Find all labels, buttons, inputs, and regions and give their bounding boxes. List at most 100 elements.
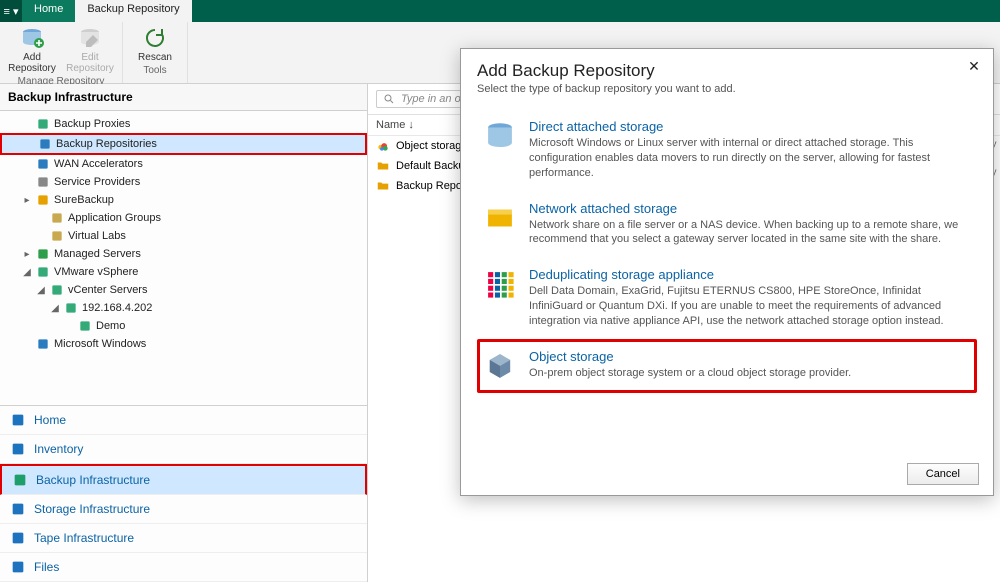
option-description: Microsoft Windows or Linux server with i… [529, 136, 969, 181]
option-nas[interactable]: Network attached storage Network share on… [477, 191, 977, 258]
tree-item-label: vCenter Servers [68, 284, 147, 296]
nav-label: Tape Infrastructure [34, 531, 134, 545]
ribbon-group-manage: Add Repository Edit Repository Manage Re… [0, 22, 123, 83]
nav-storage-infrastructure[interactable]: Storage Infrastructure [0, 495, 367, 524]
left-pane: Backup Infrastructure Backup ProxiesBack… [0, 84, 368, 582]
tab-backup-repository[interactable]: Backup Repository [75, 0, 191, 22]
rescan-icon [143, 26, 167, 50]
ribbon-group-tools: Rescan Tools [123, 22, 188, 83]
edit-repository-button: Edit Repository [66, 26, 114, 74]
tree-item-demo[interactable]: Demo [0, 317, 367, 335]
nav-tape-infrastructure[interactable]: Tape Infrastructure [0, 524, 367, 553]
option-obj[interactable]: Object storage On-prem object storage sys… [477, 339, 977, 393]
tree-item-surebackup[interactable]: ▸ SureBackup [0, 191, 367, 209]
sp-icon [36, 175, 50, 189]
nav-label: Storage Infrastructure [34, 502, 150, 516]
nav-sections: Home Inventory Backup Infrastructure Storag… [0, 405, 367, 582]
binf-icon [12, 472, 28, 488]
nav-home[interactable]: Home [0, 406, 367, 435]
option-description: Network share on a file server or a NAS … [529, 218, 969, 248]
twisty-icon: ◢ [22, 267, 32, 278]
tree-item-label: SureBackup [54, 194, 114, 206]
twisty-icon: ▸ [22, 249, 32, 260]
infrastructure-tree[interactable]: Backup Proxies Backup Repositories WAN Acc… [0, 111, 367, 405]
tree-item-label: Managed Servers [54, 248, 141, 260]
rescan-label: Rescan [138, 52, 172, 63]
option-dedupe[interactable]: Deduplicating storage applianceDell Data… [477, 257, 977, 339]
vlab-icon [50, 229, 64, 243]
dialog-title: Add Backup Repository [477, 61, 977, 81]
tree-item-label: VMware vSphere [54, 266, 138, 278]
tree-item-label: Demo [96, 320, 125, 332]
tree-item-backup-proxies[interactable]: Backup Proxies [0, 115, 367, 133]
tree-item-192-168-4-202[interactable]: ◢ 192.168.4.202 [0, 299, 367, 317]
tree-item-microsoft-windows[interactable]: Microsoft Windows [0, 335, 367, 353]
wan-icon [36, 157, 50, 171]
dialog-subtitle: Select the type of backup repository you… [477, 83, 977, 95]
inv-icon [10, 441, 26, 457]
app-menu-button[interactable]: ≡ ▾ [0, 0, 22, 22]
dialog-header: Add Backup Repository Select the type of… [461, 49, 993, 103]
dialog-footer: Cancel [461, 453, 993, 495]
option-label: Deduplicating storage appliance [529, 267, 969, 282]
tree-item-service-providers[interactable]: Service Providers [0, 173, 367, 191]
tree-item-label: WAN Accelerators [54, 158, 143, 170]
option-label: Network attached storage [529, 201, 969, 216]
ribbon-group-tools-label: Tools [131, 65, 179, 76]
rescan-button[interactable]: Rescan [131, 26, 179, 63]
tree-item-managed-servers[interactable]: ▸ Managed Servers [0, 245, 367, 263]
add-repository-label: Add Repository [8, 52, 56, 74]
tree-item-label: Service Providers [54, 176, 140, 188]
add-repository-button[interactable]: Add Repository [8, 26, 56, 74]
tree-item-label: Backup Proxies [54, 118, 130, 130]
column-name[interactable]: Name ↓ [376, 119, 414, 131]
edit-repository-label: Edit Repository [66, 52, 114, 74]
tree-item-application-groups[interactable]: Application Groups [0, 209, 367, 227]
tree-item-label: Backup Repositories [56, 138, 157, 150]
nav-label: Home [34, 413, 66, 427]
option-das[interactable]: Direct attached storage Microsoft Windows… [477, 109, 977, 191]
stor-icon [10, 501, 26, 517]
dialog-close-button[interactable]: ✕ [965, 59, 983, 77]
vc-icon [50, 283, 64, 297]
cloud-icon [376, 139, 390, 153]
tree-item-wan-accelerators[interactable]: WAN Accelerators [0, 155, 367, 173]
repo-icon [38, 137, 52, 151]
files-icon [10, 559, 26, 575]
tree-item-vmware-vsphere[interactable]: ◢ VMware vSphere [0, 263, 367, 281]
twisty-icon: ◢ [50, 303, 60, 314]
folder-icon [376, 179, 390, 193]
ribbon-tabs: ≡ ▾ Home Backup Repository [0, 0, 1000, 22]
win-icon [36, 337, 50, 351]
nav-backup-infrastructure[interactable]: Backup Infrastructure [0, 464, 367, 495]
nav-label: Inventory [34, 442, 83, 456]
appg-icon [50, 211, 64, 225]
twisty-icon: ▸ [22, 195, 32, 206]
tree-item-backup-repositories[interactable]: Backup Repositories [0, 133, 367, 155]
add-repository-icon [20, 26, 44, 50]
nav-label: Files [34, 560, 59, 574]
tree-item-label: 192.168.4.202 [82, 302, 152, 314]
proxy-icon [36, 117, 50, 131]
sort-asc-icon: ↓ [408, 119, 414, 131]
nav-files[interactable]: Files [0, 553, 367, 582]
tree-item-virtual-labs[interactable]: Virtual Labs [0, 227, 367, 245]
twisty-icon: ◢ [36, 285, 46, 296]
srv-icon [36, 247, 50, 261]
dialog-body: Direct attached storage Microsoft Windows… [461, 103, 993, 453]
host-icon [64, 301, 78, 315]
option-description: On-prem object storage system or a cloud… [529, 366, 851, 381]
nav-inventory[interactable]: Inventory [0, 435, 367, 464]
nas-icon [483, 201, 517, 235]
option-label: Object storage [529, 349, 851, 364]
tab-home[interactable]: Home [22, 0, 75, 22]
cancel-button[interactable]: Cancel [907, 463, 979, 485]
nav-label: Backup Infrastructure [36, 473, 150, 487]
das-icon [483, 119, 517, 153]
home-icon [10, 412, 26, 428]
dc-icon [78, 319, 92, 333]
tree-item-vcenter-servers[interactable]: ◢ vCenter Servers [0, 281, 367, 299]
search-icon [383, 93, 395, 105]
tree-item-label: Application Groups [68, 212, 161, 224]
option-label: Direct attached storage [529, 119, 969, 134]
